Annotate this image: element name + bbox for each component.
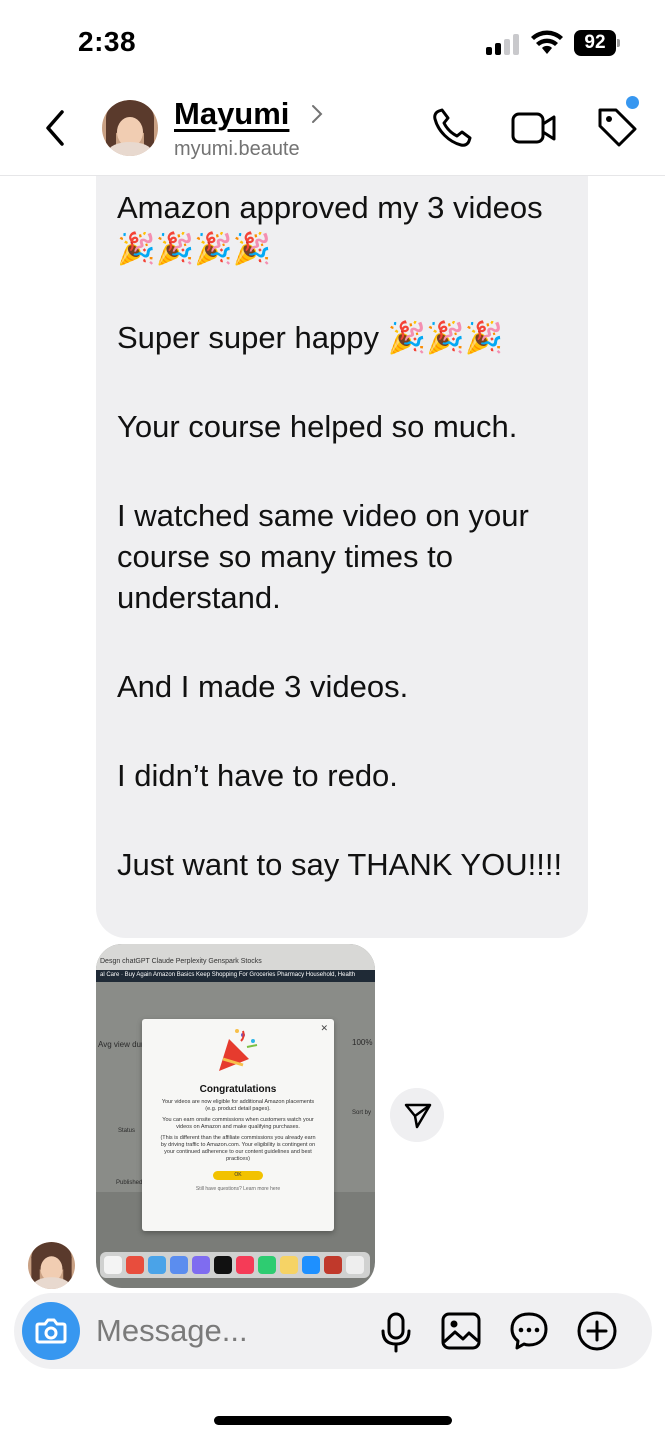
party-popper-icon	[219, 1029, 258, 1071]
tag-icon[interactable]	[594, 104, 640, 150]
ok-button: OK	[213, 1171, 263, 1180]
status-bar: 2:38 92	[0, 0, 665, 90]
cellular-signal-icon	[486, 33, 520, 55]
bg-label: Status	[118, 1128, 136, 1134]
message-bubble-icon[interactable]	[508, 1310, 550, 1352]
message-paragraph: Super super happy 🎉🎉🎉	[117, 320, 504, 355]
plus-circle-icon[interactable]	[576, 1310, 618, 1352]
modal-title: Congratulations	[199, 1084, 277, 1095]
image-attachment[interactable]: Desgn chatGPT Claude Perplexity Genspark…	[96, 944, 375, 1288]
chevron-left-icon[interactable]	[38, 106, 72, 150]
congratulations-modal: ✕ Congratulations Your videos are now el…	[142, 1019, 334, 1231]
bg-label: Published	[116, 1180, 143, 1186]
message-paragraph: And I made 3 videos.	[117, 669, 409, 704]
browser-navbar: al Care · Buy Again Amazon Basics Keep S…	[96, 970, 375, 982]
modal-body: Your videos are now eligible for additio…	[161, 1099, 315, 1112]
bg-label: Avg view dura	[98, 1040, 149, 1049]
avatar[interactable]	[102, 100, 158, 156]
modal-body: (This is different than the affiliate co…	[160, 1135, 316, 1162]
message-paragraph: Just want to say THANK YOU!!!!	[117, 847, 563, 882]
message-paragraph: Amazon approved my 3 videos🎉🎉🎉🎉	[117, 190, 543, 266]
message-paragraph: I didn’t have to redo.	[117, 758, 398, 793]
message-paragraph: Your course helped so much.	[117, 409, 518, 444]
wifi-icon	[531, 30, 563, 54]
phone-icon[interactable]	[430, 106, 474, 150]
bg-label: Sort by	[352, 1110, 372, 1116]
message-input[interactable]	[96, 1311, 366, 1351]
message-paragraph: I watched same video on your course so m…	[117, 498, 538, 615]
dock	[100, 1252, 370, 1278]
battery-icon: 92	[574, 30, 620, 56]
modal-footer: Still have questions? Learn more here	[195, 1186, 281, 1192]
status-time: 2:38	[78, 26, 137, 57]
video-camera-icon[interactable]	[510, 110, 558, 146]
chat-header: Mayumi myumi.beaute	[0, 90, 665, 176]
bg-label: 100%	[352, 1038, 373, 1047]
battery-level: 92	[574, 30, 616, 56]
contact-name[interactable]: Mayumi	[174, 96, 289, 132]
message-composer	[14, 1293, 652, 1369]
message-bubble[interactable]: Amazon approved my 3 videos🎉🎉🎉🎉 Super su…	[96, 176, 588, 938]
image-icon[interactable]	[440, 1311, 482, 1351]
avatar[interactable]	[28, 1242, 75, 1289]
close-icon: ✕	[320, 1023, 328, 1033]
notification-dot	[626, 96, 639, 109]
chevron-right-icon[interactable]	[310, 102, 324, 126]
camera-icon	[35, 1318, 67, 1344]
home-indicator[interactable]	[214, 1416, 452, 1425]
contact-handle: myumi.beaute	[174, 138, 300, 160]
camera-button[interactable]	[22, 1302, 80, 1360]
share-icon[interactable]	[390, 1088, 444, 1142]
browser-bookmarks: Desgn chatGPT Claude Perplexity Genspark…	[96, 944, 375, 970]
modal-body: You can earn onsite commissions when cus…	[162, 1117, 314, 1130]
microphone-icon[interactable]	[380, 1311, 412, 1353]
